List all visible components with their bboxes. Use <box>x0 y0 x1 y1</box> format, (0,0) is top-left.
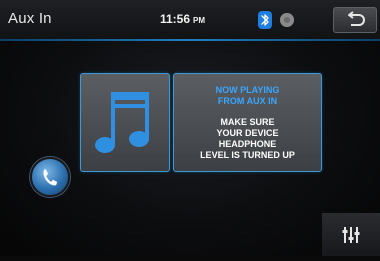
headphone-level-message: MAKE SURE YOUR DEVICE HEADPHONE LEVEL IS… <box>174 117 321 161</box>
clock-time: 11:56 <box>160 12 191 26</box>
music-source-tile <box>80 73 170 172</box>
message-line: LEVEL IS TURNED UP <box>200 150 295 160</box>
heading-line: FROM AUX IN <box>217 96 278 106</box>
status-header: Aux In 11:56 PM <box>0 0 380 40</box>
message-line: MAKE SURE <box>220 117 275 127</box>
disc-icon <box>280 13 294 27</box>
equalizer-button[interactable] <box>322 213 380 256</box>
message-line: YOUR DEVICE <box>216 128 279 138</box>
music-note-icon <box>95 92 149 153</box>
header-divider <box>0 39 380 41</box>
page-title: Aux In <box>8 10 52 27</box>
phone-button[interactable] <box>30 157 70 197</box>
aux-in-screen: Aux In 11:56 PM NOW PLAYING FROM AUX IN … <box>0 0 380 256</box>
equalizer-icon <box>342 227 360 243</box>
bluetooth-icon <box>258 11 272 29</box>
back-arrow-icon <box>348 11 365 26</box>
phone-icon <box>43 168 58 186</box>
back-button[interactable] <box>333 7 377 33</box>
clock: 11:56 PM <box>160 12 205 26</box>
now-playing-heading: NOW PLAYING FROM AUX IN <box>174 85 321 107</box>
message-line: HEADPHONE <box>218 139 277 149</box>
heading-line: NOW PLAYING <box>215 85 280 95</box>
clock-ampm: PM <box>193 16 206 25</box>
now-playing-panel: NOW PLAYING FROM AUX IN MAKE SURE YOUR D… <box>173 73 322 172</box>
